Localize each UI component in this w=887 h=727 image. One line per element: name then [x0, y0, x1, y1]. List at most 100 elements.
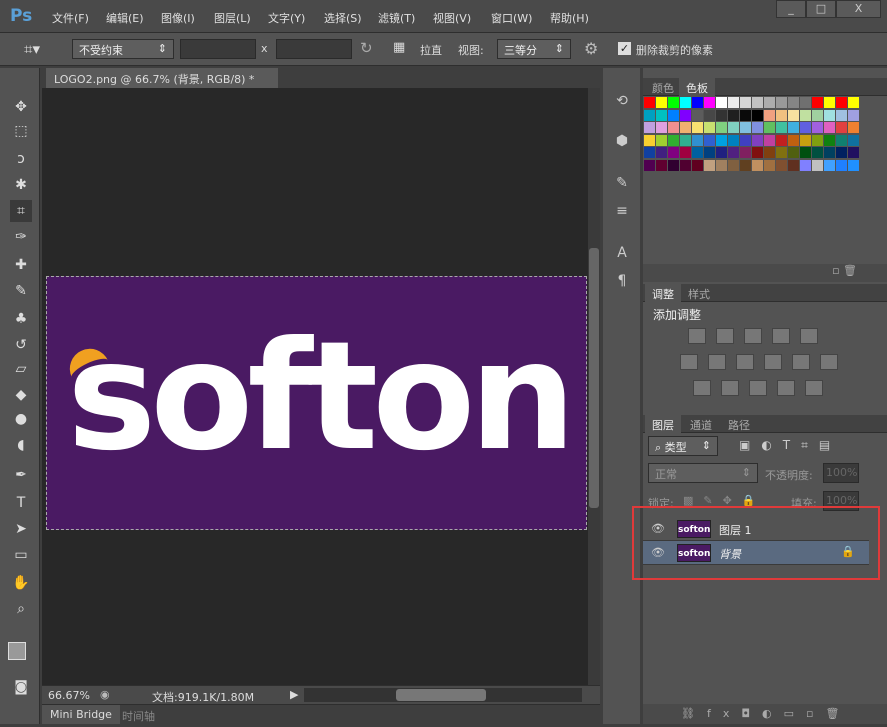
menu-item[interactable]: 窗口(W): [491, 10, 532, 26]
lasso-tool-icon[interactable]: ↄ: [10, 148, 32, 170]
history-icon[interactable]: ⟲: [611, 90, 633, 112]
swatch[interactable]: [656, 122, 667, 133]
swatch[interactable]: [740, 159, 751, 171]
menu-item[interactable]: 选择(S): [324, 10, 362, 26]
opacity-input[interactable]: 100%: [823, 463, 859, 483]
tab-mini-bridge[interactable]: Mini Bridge: [42, 705, 120, 724]
swatch[interactable]: [836, 159, 847, 171]
swatch[interactable]: [764, 134, 775, 146]
swatch[interactable]: [740, 109, 751, 121]
swatch[interactable]: [812, 109, 823, 121]
menu-item[interactable]: 图层(L): [214, 10, 251, 26]
swatch[interactable]: [704, 159, 715, 171]
tab-channels[interactable]: 通道: [683, 415, 719, 433]
swatch[interactable]: [656, 159, 667, 171]
rectangle-tool-icon[interactable]: ▭: [10, 544, 32, 566]
swatch[interactable]: [812, 122, 823, 133]
type-tool-icon[interactable]: T: [10, 492, 32, 514]
swatch[interactable]: [788, 159, 799, 171]
swatch[interactable]: [848, 122, 859, 133]
swatch[interactable]: [788, 134, 799, 146]
menu-item[interactable]: 滤镜(T): [378, 10, 415, 26]
swatch[interactable]: [788, 122, 799, 133]
swatch[interactable]: [764, 122, 775, 133]
zoom-tool-icon[interactable]: ⌕: [10, 598, 32, 620]
swatch[interactable]: [644, 97, 655, 108]
swatch[interactable]: [716, 109, 727, 121]
magic-wand-tool-icon[interactable]: ✱: [10, 174, 32, 196]
swatch[interactable]: [764, 147, 775, 158]
tab-layers[interactable]: 图层: [645, 415, 681, 433]
curves-adjustment-icon[interactable]: [744, 328, 762, 344]
swatch[interactable]: [704, 147, 715, 158]
swatch[interactable]: [728, 134, 739, 146]
stamp-tool-icon[interactable]: ♣: [10, 308, 32, 330]
exposure-adjustment-icon[interactable]: [772, 328, 790, 344]
swatch[interactable]: [656, 134, 667, 146]
swatch[interactable]: [728, 159, 739, 171]
swatch[interactable]: [800, 97, 811, 108]
path-select-tool-icon[interactable]: ➤: [10, 518, 32, 540]
layer-filter-dropdown[interactable]: ⌕ 类型 ⇕: [648, 436, 718, 456]
brightness-adjustment-icon[interactable]: [688, 328, 706, 344]
tab-paths[interactable]: 路径: [721, 415, 757, 433]
vibrance-adjustment-icon[interactable]: [680, 354, 698, 370]
swatch[interactable]: [836, 134, 847, 146]
gradient-fill-adjustment-icon[interactable]: [805, 380, 823, 396]
color-lookup-adjustment-icon[interactable]: [820, 354, 838, 370]
swatch[interactable]: [716, 134, 727, 146]
swatch[interactable]: [752, 159, 763, 171]
swatch[interactable]: [824, 134, 835, 146]
status-icon[interactable]: ◉: [100, 688, 110, 701]
swatch[interactable]: [644, 109, 655, 121]
delete-cropped-checkbox[interactable]: ✓: [618, 42, 631, 55]
foreground-color-swatch[interactable]: [8, 642, 26, 660]
status-menu-arrow-icon[interactable]: ▶: [290, 688, 298, 701]
swatch[interactable]: [800, 134, 811, 146]
tab-timeline[interactable]: 时间轴: [122, 708, 155, 724]
swatch[interactable]: [776, 159, 787, 171]
swatch[interactable]: [800, 159, 811, 171]
width-input[interactable]: [180, 39, 256, 59]
swatch[interactable]: [752, 122, 763, 133]
crop-tool-icon[interactable]: ⌗▾: [24, 40, 40, 58]
maximize-button[interactable]: □: [806, 0, 836, 18]
swatch[interactable]: [692, 122, 703, 133]
swatch[interactable]: [800, 147, 811, 158]
swatch[interactable]: [740, 147, 751, 158]
swatch[interactable]: [728, 122, 739, 133]
swatch[interactable]: [692, 147, 703, 158]
swatch[interactable]: [752, 134, 763, 146]
swatch[interactable]: [776, 134, 787, 146]
swatch[interactable]: [764, 159, 775, 171]
swatch[interactable]: [668, 122, 679, 133]
swatch[interactable]: [824, 159, 835, 171]
swatch[interactable]: [680, 109, 691, 121]
color-balance-adjustment-icon[interactable]: [708, 354, 726, 370]
swatch[interactable]: [752, 97, 763, 108]
swatch[interactable]: [680, 122, 691, 133]
swatch[interactable]: [740, 122, 751, 133]
straighten-button[interactable]: 拉直: [420, 42, 442, 58]
swatch[interactable]: [824, 109, 835, 121]
swatch[interactable]: [848, 109, 859, 121]
menu-item[interactable]: 编辑(E): [106, 10, 144, 26]
swatch[interactable]: [668, 97, 679, 108]
swatch[interactable]: [704, 134, 715, 146]
swatch[interactable]: [776, 147, 787, 158]
swatch[interactable]: [668, 134, 679, 146]
swatch[interactable]: [812, 159, 823, 171]
swatch[interactable]: [716, 97, 727, 108]
swatch[interactable]: [728, 97, 739, 108]
character-icon[interactable]: A: [611, 242, 633, 264]
swatch[interactable]: [848, 147, 859, 158]
swatch[interactable]: [788, 109, 799, 121]
brush-tool-icon[interactable]: ✎: [10, 280, 32, 302]
swatch[interactable]: [716, 147, 727, 158]
marquee-tool-icon[interactable]: ⬚: [10, 120, 32, 142]
tab-color[interactable]: 颜色: [645, 78, 681, 96]
view-dropdown[interactable]: 三等分 ⇕: [497, 39, 571, 59]
black-white-adjustment-icon[interactable]: [736, 354, 754, 370]
minimize-button[interactable]: _: [776, 0, 806, 18]
straighten-icon[interactable]: ▦: [393, 40, 405, 55]
